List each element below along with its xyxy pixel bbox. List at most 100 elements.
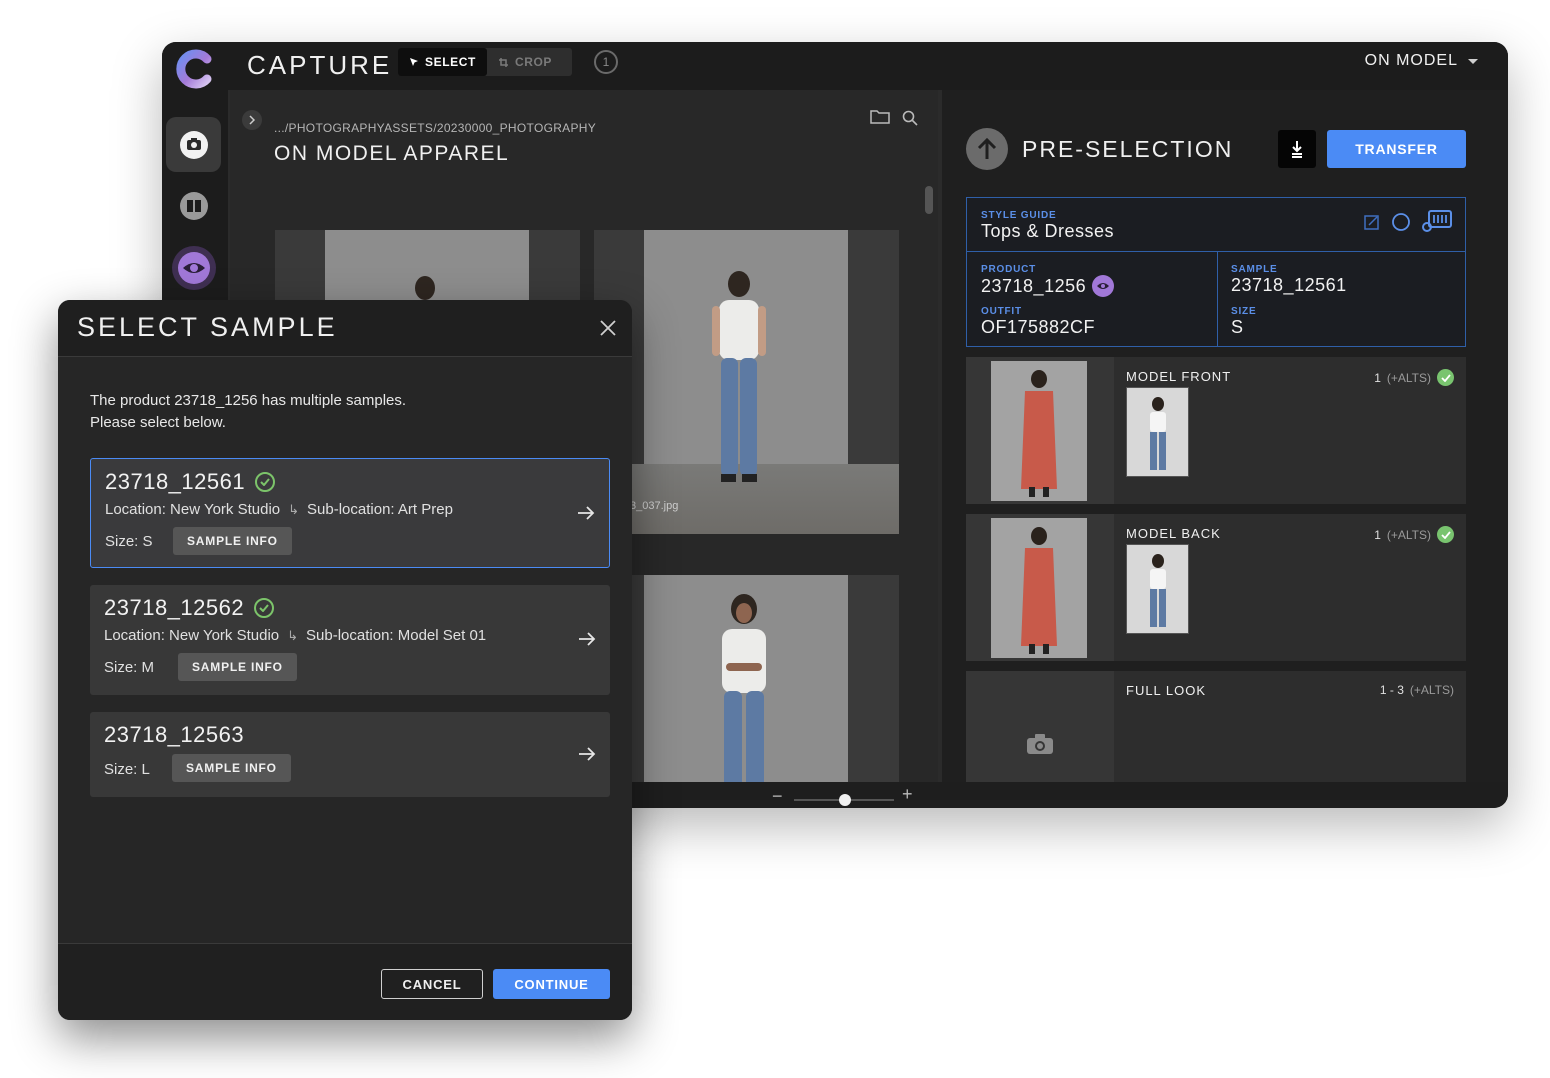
selected-shot-thumbnail[interactable] — [1126, 387, 1189, 477]
outfit-label: OUTFIT — [981, 306, 1022, 317]
camera-icon — [179, 130, 208, 159]
dialog-header: SELECT SAMPLE — [58, 300, 632, 357]
breadcrumb-path[interactable]: .../PHOTOGRAPHYASSETS/20230000_PHOTOGRAP… — [274, 121, 596, 135]
dialog-title: SELECT SAMPLE — [77, 312, 338, 342]
style-guide-box: STYLE GUIDE Tops & Dresses PRODUCT 23718… — [966, 197, 1466, 347]
style-guide-header: STYLE GUIDE Tops & Dresses — [967, 198, 1465, 252]
photo-filename: 3_037.jpg — [630, 500, 679, 512]
arrow-right-icon[interactable] — [577, 505, 595, 521]
dialog-message-line1: The product 23718_1256 has multiple samp… — [90, 392, 407, 409]
shot-row-model-front[interactable]: MODEL FRONT 1 (+ALTS) — [966, 357, 1466, 504]
dialog-footer: CANCEL CONTINUE — [58, 943, 632, 1020]
shot-row-model-back[interactable]: MODEL BACK 1 (+ALTS) — [966, 514, 1466, 661]
shot-count-value: 1 — [1374, 527, 1381, 542]
folder-icon[interactable] — [870, 108, 890, 124]
product-value: 23718_1256 — [981, 275, 1087, 296]
sample-id: 23718_12561 — [105, 469, 246, 494]
preselection-title: PRE-SELECTION — [1022, 136, 1234, 162]
cancel-button[interactable]: CANCEL — [381, 969, 483, 999]
selected-shot-thumbnail[interactable] — [1126, 544, 1189, 634]
shot-count: 1 (+ALTS) — [1374, 369, 1454, 386]
sample-sublocation: Sub-location: Model Set 01 — [306, 627, 487, 644]
sample-size: Size: L — [104, 761, 150, 778]
transfer-button[interactable]: TRANSFER — [1327, 130, 1466, 168]
shot-count-value: 1 — [1374, 370, 1381, 385]
crop-icon — [498, 57, 508, 67]
crop-tool-label: CROP — [514, 55, 553, 69]
sample-value: 23718_12561 — [1231, 275, 1347, 295]
continue-button[interactable]: CONTINUE — [493, 969, 610, 999]
shot-alts: (+ALTS) — [1386, 370, 1431, 385]
check-icon — [254, 598, 275, 618]
circle-icon[interactable] — [1391, 212, 1411, 232]
shot-reference-image — [966, 514, 1114, 661]
arrow-right-icon[interactable] — [578, 631, 596, 647]
arrow-right-icon[interactable] — [578, 746, 596, 762]
dialog-message-line2: Please select below. — [90, 414, 226, 431]
crop-tool-button[interactable]: CROP — [487, 48, 563, 76]
expand-panel-button[interactable] — [242, 110, 262, 130]
download-icon — [1292, 141, 1302, 158]
cursor-icon — [410, 58, 418, 66]
sidebar-item-capture[interactable] — [166, 117, 221, 172]
chevron-right-icon — [249, 115, 256, 125]
select-tool-button[interactable]: SELECT — [398, 48, 487, 76]
eye-icon — [171, 245, 216, 290]
sample-info-button[interactable]: SAMPLE INFO — [173, 527, 292, 555]
shot-count: 1 - 3 (+ALTS) — [1380, 683, 1454, 697]
preselection-panel: PRE-SELECTION TRANSFER STYLE GUIDE Tops … — [942, 90, 1508, 782]
camera-icon — [1027, 734, 1053, 754]
photo-tile[interactable] — [594, 575, 899, 808]
check-icon — [255, 472, 276, 492]
top-bar: CAPTURE SELECT CROP 1 ON MODEL — [162, 42, 1508, 90]
sub-location-arrow-icon: ↳ — [288, 501, 300, 517]
sample-location: Location: New York Studio — [104, 627, 280, 644]
zoom-slider-handle[interactable] — [839, 794, 851, 806]
sample-info-button[interactable]: SAMPLE INFO — [172, 754, 291, 782]
style-guide-actions — [1363, 210, 1453, 234]
shot-row-full-look[interactable]: FULL LOOK 1 - 3 (+ALTS) — [966, 671, 1466, 782]
sub-location-arrow-icon: ↳ — [287, 627, 299, 643]
sample-id: 23718_12562 — [104, 595, 245, 620]
close-icon[interactable] — [596, 316, 620, 340]
capture-logo[interactable] — [162, 42, 228, 96]
sample-option-1[interactable]: 23718_12561 Location: New York Studio ↳ … — [90, 458, 610, 568]
sample-option-3[interactable]: 23718_12563 Size: L SAMPLE INFO — [90, 712, 610, 797]
search-icon[interactable] — [902, 110, 918, 126]
sample-info-button[interactable]: SAMPLE INFO — [178, 653, 297, 681]
barcode-scan-icon[interactable] — [1421, 210, 1453, 234]
zoom-out-button[interactable]: − — [772, 786, 783, 807]
check-icon — [1437, 369, 1454, 386]
sample-id: 23718_12563 — [104, 722, 245, 747]
chevron-down-icon — [1468, 58, 1478, 64]
eye-icon[interactable] — [1092, 275, 1115, 297]
scrollbar-thumb[interactable] — [925, 186, 933, 214]
size-value: S — [1231, 317, 1244, 337]
info-counter[interactable]: 1 — [594, 50, 618, 74]
upload-arrow-icon[interactable] — [966, 128, 1008, 170]
sample-size: Size: S — [105, 533, 153, 550]
shot-count: 1 (+ALTS) — [1374, 526, 1454, 543]
select-sample-dialog: SELECT SAMPLE The product 23718_1256 has… — [58, 300, 632, 1020]
download-button[interactable] — [1278, 130, 1316, 168]
model-front-figure — [722, 594, 766, 808]
shot-placeholder[interactable] — [966, 671, 1114, 782]
shot-reference-image — [966, 357, 1114, 504]
sidebar-item-library[interactable] — [166, 178, 221, 233]
style-guide-value: Tops & Dresses — [981, 221, 1115, 241]
mode-dropdown[interactable]: ON MODEL — [1365, 52, 1478, 70]
outfit-value: OF175882CF — [981, 317, 1096, 337]
book-icon — [179, 191, 208, 220]
sample-size: Size: M — [104, 659, 155, 676]
style-guide-label: STYLE GUIDE — [981, 210, 1057, 221]
tool-group: SELECT CROP — [398, 48, 572, 76]
sample-sublocation: Sub-location: Art Prep — [307, 501, 453, 518]
sidebar-item-review[interactable] — [166, 240, 221, 295]
app-title: CAPTURE — [247, 50, 393, 80]
zoom-in-button[interactable]: + — [902, 784, 913, 805]
photo-tile[interactable] — [594, 230, 899, 534]
sample-label: SAMPLE — [1231, 264, 1278, 275]
edit-icon[interactable] — [1363, 213, 1381, 231]
sample-option-2[interactable]: 23718_12562 Location: New York Studio ↳ … — [90, 585, 610, 695]
shot-count-value: 1 - 3 — [1379, 683, 1404, 697]
